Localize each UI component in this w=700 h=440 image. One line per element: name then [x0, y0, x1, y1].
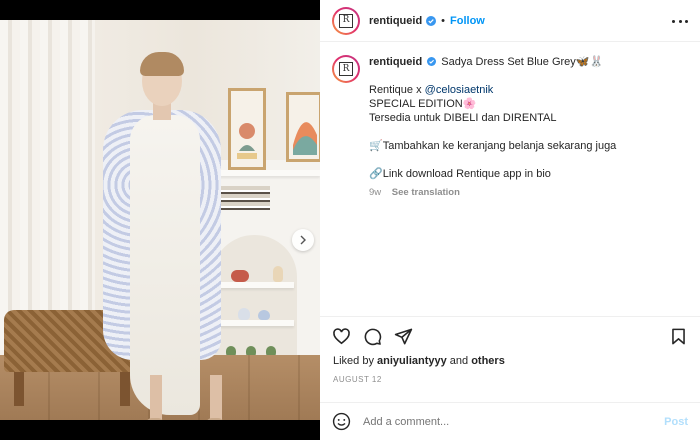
photo-model-shoe [146, 418, 164, 420]
likes-prefix: Liked by [333, 355, 378, 367]
rentique-logo-icon: R [339, 13, 353, 28]
avatar[interactable]: R [332, 6, 360, 35]
likes-others-link[interactable]: others [471, 355, 505, 367]
photo-stool-leg [14, 372, 24, 406]
post-header: R rentiqueid • Follow [320, 0, 700, 42]
likes-summary: Liked by aniyuliantyyy and others [320, 355, 700, 369]
follow-button[interactable]: Follow [450, 15, 485, 27]
caption-cart-line: 🛒Tambahkan ke keranjang belanja sekarang… [369, 140, 617, 152]
likes-user-link[interactable]: aniyuliantyyy [377, 355, 447, 367]
caption-special-line: SPECIAL EDITION🌸 [369, 98, 477, 110]
caption-section: R rentiqueid Sadya Dress Set Blue Grey🦋🐰… [320, 43, 700, 316]
bookmark-icon[interactable] [669, 327, 688, 346]
comment-bubble-icon[interactable] [363, 327, 382, 346]
separator-dot: • [441, 14, 446, 27]
caption-username[interactable]: rentiqueid [369, 56, 422, 68]
photo-wall-art [228, 88, 266, 170]
carousel-next-button[interactable] [292, 229, 314, 251]
comment-bar: Post [320, 402, 700, 440]
photo-bowl [231, 270, 249, 282]
photo-shelf [210, 170, 320, 176]
photo-jar [258, 310, 270, 320]
caption-title: Sadya Dress Set Blue Grey🦋🐰 [441, 56, 604, 68]
action-bar [320, 317, 700, 355]
post-actions-section: Liked by aniyuliantyyy and others AUGUST… [320, 316, 700, 384]
photo-model-leg [210, 375, 222, 420]
comment-input[interactable] [363, 415, 665, 428]
photo-jar [238, 308, 250, 320]
photo-model-dress [130, 115, 200, 415]
photo-shelf [216, 282, 294, 288]
photo-model-shoe [206, 418, 224, 420]
caption-meta: 9w See translation [369, 186, 616, 200]
caption-text: rentiqueid Sadya Dress Set Blue Grey🦋🐰 R… [369, 55, 616, 200]
header-username[interactable]: rentiqueid [369, 15, 422, 27]
instagram-post-modal: R rentiqueid • Follow R rentiqueid Sadya… [0, 0, 700, 440]
rentique-logo-icon: R [339, 62, 353, 76]
post-details-panel: R rentiqueid • Follow R rentiqueid Sadya… [320, 0, 700, 440]
photo-books [218, 186, 270, 210]
see-translation-link[interactable]: See translation [392, 187, 460, 198]
paper-plane-icon[interactable] [394, 327, 413, 346]
caption-link-line: 🔗Link download Rentique app in bio [369, 168, 551, 180]
emoji-smile-icon[interactable] [332, 412, 351, 431]
post-photo[interactable] [0, 20, 320, 420]
caption-time-ago: 9w [369, 187, 382, 198]
photo-vase [273, 266, 283, 282]
photo-wall-art [286, 92, 320, 162]
caption-available-line: Tersedia untuk DIBELI dan DIRENTAL [369, 112, 557, 124]
post-date[interactable]: AUGUST 12 [320, 375, 700, 384]
caption-collab-prefix: Rentique x [369, 84, 425, 96]
photo-shelf [216, 320, 294, 326]
photo-model-hair [140, 52, 184, 76]
likes-middle: and [446, 355, 472, 367]
caption-avatar[interactable]: R [332, 55, 360, 83]
more-options-icon[interactable] [672, 14, 688, 28]
photo-model-leg [150, 375, 162, 420]
verified-badge-icon [427, 57, 437, 66]
photo-curtain [0, 20, 95, 350]
caption-mention-link[interactable]: @celosiaetnik [425, 84, 494, 96]
photo-stool-leg [120, 372, 130, 406]
heart-icon[interactable] [332, 327, 351, 346]
chevron-right-icon [300, 235, 306, 245]
verified-badge-icon [426, 15, 437, 26]
post-comment-button[interactable]: Post [664, 416, 688, 428]
